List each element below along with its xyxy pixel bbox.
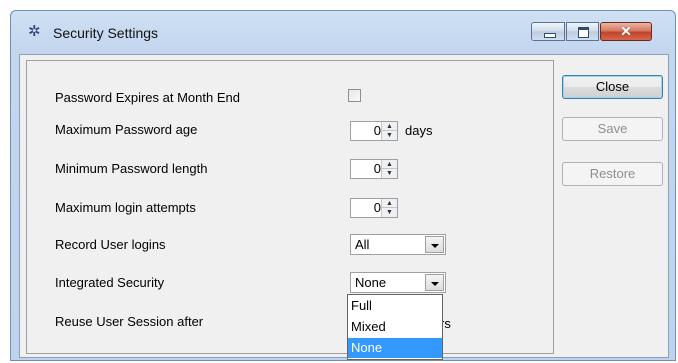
spinner-buttons: ▲ ▼ (381, 160, 397, 178)
minimize-icon (544, 33, 556, 38)
password-expires-checkbox[interactable] (348, 89, 361, 102)
integrated-security-value: None (355, 275, 387, 290)
integrated-security-select[interactable]: None (350, 272, 446, 293)
max-login-attempts-label: Maximum login attempts (55, 200, 196, 215)
spinner-buttons: ▲ ▼ (381, 199, 397, 217)
min-password-length-label: Minimum Password length (55, 161, 208, 176)
record-user-logins-label: Record User logins (55, 237, 166, 252)
password-expires-label: Password Expires at Month End (55, 90, 240, 105)
record-user-logins-select[interactable]: All (350, 234, 446, 255)
integrated-security-dropdown-list: Full Mixed None (347, 294, 443, 360)
record-user-logins-value: All (355, 237, 370, 252)
max-password-age-unit: days (405, 123, 433, 138)
chevron-down-icon (431, 282, 439, 286)
spin-down-icon[interactable]: ▼ (382, 131, 397, 140)
spin-up-icon[interactable]: ▲ (382, 122, 397, 131)
close-window-button[interactable]: ✕ (600, 22, 652, 41)
min-password-length-spinner[interactable]: 0 ▲ ▼ (350, 159, 398, 179)
minimize-button[interactable] (531, 22, 565, 41)
min-password-length-value: 0 (373, 161, 381, 176)
title-bar[interactable]: ✲ Security Settings ✕ (11, 11, 675, 53)
max-password-age-spinner[interactable]: 0 ▲ ▼ (350, 121, 398, 141)
spin-down-icon[interactable]: ▼ (382, 208, 397, 217)
close-icon: ✕ (620, 23, 632, 39)
dropdown-button[interactable] (425, 274, 444, 291)
dropdown-button[interactable] (425, 236, 444, 253)
window-title: Security Settings (53, 25, 159, 41)
spin-up-icon[interactable]: ▲ (382, 160, 397, 169)
spin-up-icon[interactable]: ▲ (382, 199, 397, 208)
save-button[interactable]: Save (562, 117, 663, 141)
close-button[interactable]: Close (562, 75, 663, 99)
max-password-age-value: 0 (373, 123, 381, 138)
dropdown-option-full[interactable]: Full (348, 296, 442, 316)
spinner-buttons: ▲ ▼ (381, 122, 397, 140)
dropdown-option-mixed[interactable]: Mixed (348, 317, 442, 337)
max-login-attempts-value: 0 (373, 200, 381, 215)
restore-button[interactable]: Restore (562, 162, 663, 186)
maximize-button[interactable] (566, 22, 599, 41)
max-password-age-label: Maximum Password age (55, 122, 198, 137)
reuse-user-session-label: Reuse User Session after (55, 314, 204, 329)
chevron-down-icon (431, 244, 439, 248)
dropdown-option-none[interactable]: None (348, 338, 442, 358)
maximize-icon (578, 27, 589, 38)
gear-icon: ✲ (28, 23, 41, 40)
spin-down-icon[interactable]: ▼ (382, 169, 397, 178)
max-login-attempts-spinner[interactable]: 0 ▲ ▼ (350, 198, 398, 218)
integrated-security-label: Integrated Security (55, 275, 165, 290)
